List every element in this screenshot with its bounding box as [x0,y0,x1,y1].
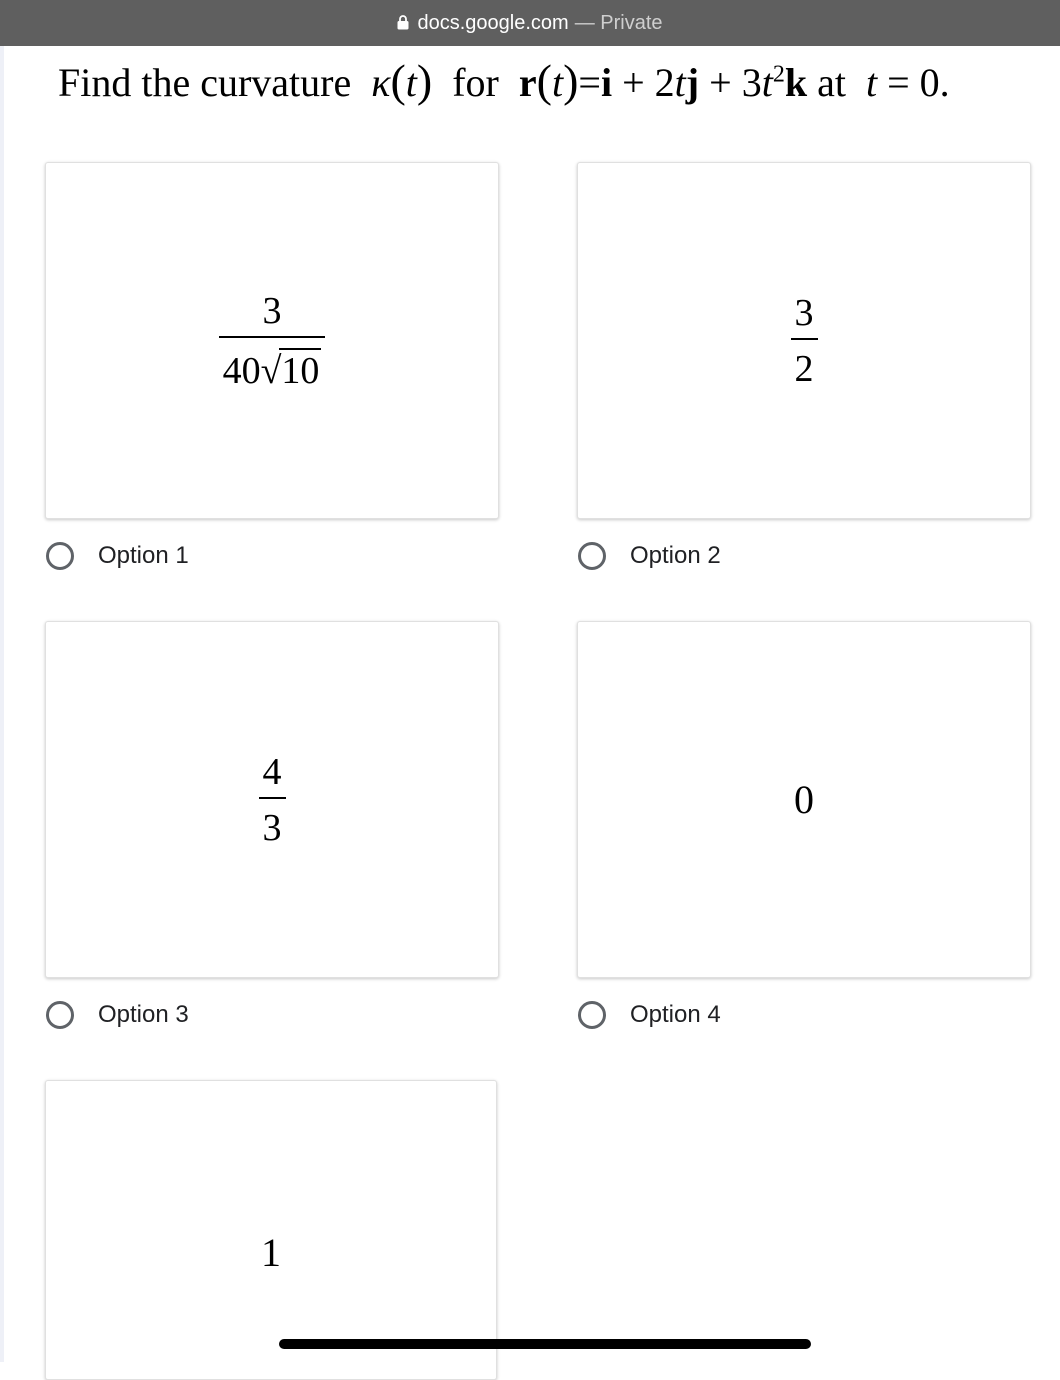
square-root: √ 10 [260,347,322,392]
option-4-image-card[interactable]: 0 [577,621,1031,978]
url-domain: docs.google.com [417,11,569,34]
option-3-denominator: 3 [262,806,282,849]
option-3-fraction: 4 3 [258,750,286,849]
option-1-radicand: 10 [279,347,322,392]
option-3-image-card[interactable]: 4 3 [45,621,499,978]
lock-icon [397,14,409,29]
option-2-choice[interactable]: Option 2 [578,536,721,576]
option-2-label: Option 2 [630,542,721,569]
option-4-value: 0 [794,777,814,822]
option-3-numerator: 4 [262,750,282,793]
option-1-choice[interactable]: Option 1 [46,536,189,576]
option-2-fraction: 3 2 [790,291,818,390]
option-3-label: Option 3 [98,1001,189,1028]
question-title: Find the curvature κ(t) for r(t)=i + 2tj… [58,55,950,106]
radical-sign-icon: √ [260,349,282,392]
option-4-choice[interactable]: Option 4 [578,995,721,1035]
option-2-denominator: 2 [794,347,814,390]
option-4-radio[interactable] [578,1001,606,1029]
option-5-image-card[interactable]: 1 [45,1080,497,1380]
option-1-den-coeff: 40 [222,349,261,392]
browser-url-bar[interactable]: docs.google.com — Private [0,0,1060,46]
option-1-label: Option 1 [98,542,189,569]
private-label: Private [600,11,663,34]
option-3-radio[interactable] [46,1001,74,1029]
option-3-choice[interactable]: Option 3 [46,995,189,1035]
option-1-image-card[interactable]: 3 40 √ 10 [45,162,499,519]
home-indicator[interactable] [279,1339,811,1349]
option-2-numerator: 3 [794,291,814,334]
option-1-fraction: 3 40 √ 10 [218,289,326,392]
option-4-label: Option 4 [630,1001,721,1028]
option-1-numerator: 3 [262,289,282,332]
option-2-radio[interactable] [578,542,606,570]
option-5-value: 1 [261,1230,281,1275]
option-1-radio[interactable] [46,542,74,570]
option-2-image-card[interactable]: 3 2 [577,162,1031,519]
url-separator: — [574,11,595,34]
page-left-edge [0,46,4,1362]
